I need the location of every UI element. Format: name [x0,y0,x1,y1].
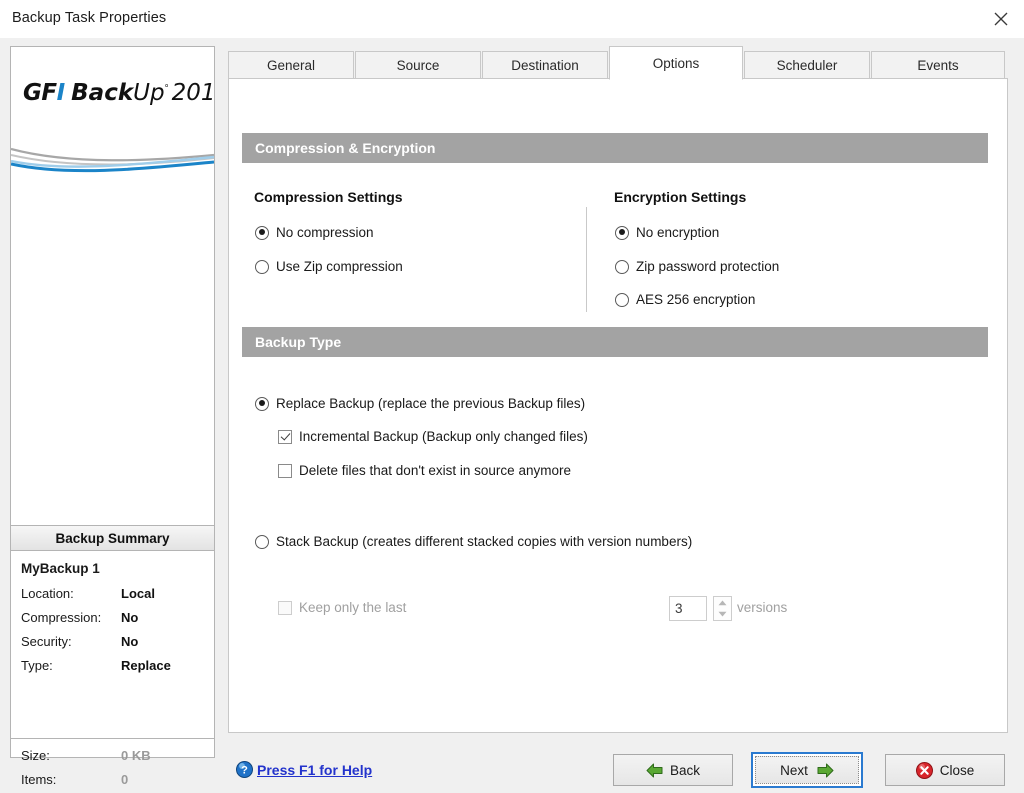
section-header-backup-type: Backup Type [242,327,988,357]
tab-destination[interactable]: Destination [482,51,608,79]
summary-label-type: Type: [21,658,53,673]
options-tab-panel: Compression & Encryption Compression Set… [228,78,1008,733]
radio-label-stack-backup: Stack Backup (creates different stacked … [276,534,693,549]
summary-value-compression: No [121,610,139,625]
summary-label-security: Security: [21,634,72,649]
summary-value-type: Replace [121,658,171,673]
summary-divider [11,738,214,739]
backup-summary-body: MyBackup 1 Location: Local Compression: … [11,551,214,680]
versions-units-label: versions [737,600,788,615]
checkbox-delete-missing-files[interactable]: Delete files that don't exist in source … [278,463,571,478]
radio-label-replace-backup: Replace Backup (replace the previous Bac… [276,396,586,411]
close-x-icon [994,12,1008,25]
logo-year-text: 2012 [171,80,214,106]
column-divider [586,207,587,312]
radio-indicator-icon [255,396,269,411]
versions-spin-down-button[interactable] [714,609,731,621]
radio-aes-256-encryption[interactable]: AES 256 encryption [615,292,755,307]
radio-label-no-encryption: No encryption [636,225,720,240]
help-link-label: Press F1 for Help [257,761,373,778]
error-close-red-icon [915,761,933,779]
radio-stack-backup[interactable]: Stack Backup (creates different stacked … [255,534,692,549]
logo-gf-text: GF [23,80,57,106]
radio-indicator-icon [615,225,629,240]
tab-strip: General Source Destination Options Sched… [228,46,1008,80]
summary-task-name: MyBackup 1 [21,561,100,576]
sidebar-panel: GFIBackUp°2012 Backup Summary MyBackup 1… [10,46,215,787]
stat-label-size: Size: [21,748,50,763]
logo-i-text: I [56,80,66,106]
versions-spin-buttons [713,596,732,621]
press-f1-help-link[interactable]: ? Press F1 for Help [236,761,372,778]
summary-label-location: Location: [21,586,74,601]
radio-replace-backup[interactable]: Replace Backup (replace the previous Bac… [255,396,585,411]
radio-no-compression[interactable]: No compression [255,225,374,240]
tab-events[interactable]: Events [871,51,1005,79]
back-button[interactable]: Back [613,754,733,786]
chevron-up-icon [718,600,727,605]
summary-label-compression: Compression: [21,610,102,625]
versions-spin-up-button[interactable] [714,597,731,609]
close-button[interactable]: Close [885,754,1005,786]
backup-summary-stats: Size: 0 KB Items: 0 [11,745,214,793]
radio-label-no-compression: No compression [276,225,374,240]
checkbox-label-delete-missing-files: Delete files that don't exist in source … [299,463,571,478]
chevron-down-icon [718,612,727,617]
radio-indicator-icon [255,225,269,240]
tab-scheduler[interactable]: Scheduler [744,51,870,79]
summary-row: Security: No [21,632,214,652]
summary-value-security: No [121,634,139,649]
radio-indicator-icon [255,534,269,549]
next-button[interactable]: Next [751,752,863,788]
radio-label-zip-password-protection: Zip password protection [636,259,780,274]
group-title-encryption-settings: Encryption Settings [614,189,747,205]
tab-options[interactable]: Options [609,46,743,80]
logo-up-text: Up [133,80,165,106]
summary-value-location: Local [121,586,155,601]
checkbox-label-keep-only-last: Keep only the last [299,600,407,615]
versions-input[interactable]: 3 [669,596,707,621]
summary-row: Type: Replace [21,656,214,676]
wave-decoration-icon [11,147,214,173]
stat-value-size: 0 KB [121,748,151,763]
svg-text:?: ? [241,765,248,777]
radio-use-zip-compression[interactable]: Use Zip compression [255,259,403,274]
checkbox-incremental-backup[interactable]: Incremental Backup (Backup only changed … [278,429,588,444]
stat-value-items: 0 [121,772,129,787]
summary-row: Location: Local [21,584,214,604]
backup-summary-header: Backup Summary [11,525,214,551]
stat-row: Items: 0 [21,769,214,790]
radio-indicator-icon [615,259,629,274]
checkbox-indicator-icon [278,429,292,444]
help-question-icon: ? [236,761,253,778]
window-body: GFIBackUp°2012 Backup Summary MyBackup 1… [0,38,1024,788]
checkbox-indicator-icon [278,463,292,478]
checkbox-indicator-icon [278,600,292,615]
checkbox-keep-only-last[interactable]: Keep only the last [278,600,406,615]
checkbox-label-incremental-backup: Incremental Backup (Backup only changed … [299,429,588,444]
window-title: Backup Task Properties [12,10,167,26]
window-close-button[interactable] [978,0,1024,37]
logo-back-text: Back [71,80,134,106]
radio-indicator-icon [255,259,269,274]
radio-no-encryption[interactable]: No encryption [615,225,719,240]
trademark-icon: ° [164,83,169,95]
brand-box: GFIBackUp°2012 [11,47,214,525]
gfi-backup-logo: GFIBackUp°2012 [23,79,214,106]
stat-row: Size: 0 KB [21,745,214,766]
next-button-inner: Next [755,756,859,784]
tab-source[interactable]: Source [355,51,481,79]
window-titlebar: Backup Task Properties [0,0,1024,39]
group-title-compression-settings: Compression Settings [254,189,403,205]
stat-label-items: Items: [21,772,57,787]
summary-row: Compression: No [21,608,214,628]
tab-general[interactable]: General [228,51,354,79]
radio-indicator-icon [615,292,629,307]
versions-stepper[interactable]: 3 [669,596,732,621]
section-header-compression-encryption: Compression & Encryption [242,133,988,163]
radio-zip-password-protection[interactable]: Zip password protection [615,259,779,274]
radio-label-aes-256-encryption: AES 256 encryption [636,292,756,307]
radio-label-use-zip-compression: Use Zip compression [276,259,403,274]
